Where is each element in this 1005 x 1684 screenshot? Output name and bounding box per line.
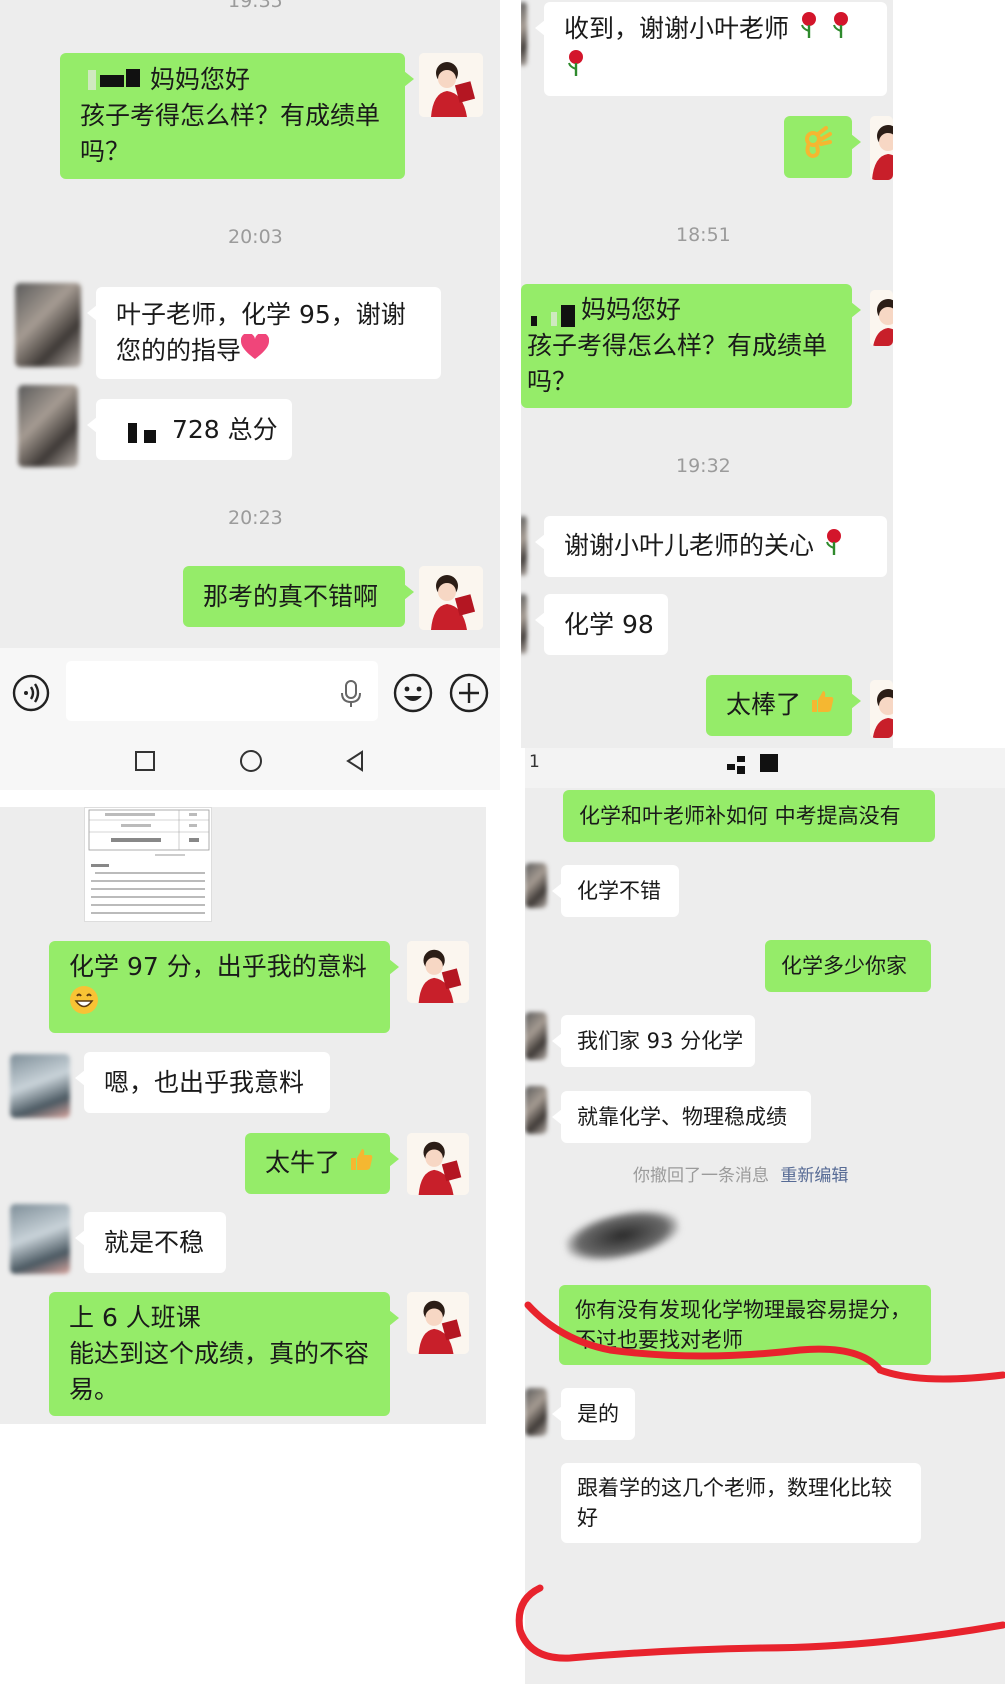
- message-bubble[interactable]: 谢谢小叶儿老师的关心: [535, 516, 887, 577]
- timestamp: 18:51: [676, 224, 731, 246]
- message-input[interactable]: [66, 661, 378, 721]
- parent-avatar[interactable]: [525, 1086, 547, 1134]
- system-nav-bar: [0, 736, 500, 790]
- voice-icon[interactable]: [12, 674, 50, 716]
- parent-avatar[interactable]: [15, 283, 81, 367]
- blurred-sticker: [561, 1201, 684, 1270]
- parent-avatar[interactable]: [10, 1204, 70, 1274]
- teacher-avatar-icon: [419, 566, 483, 630]
- parent-avatar[interactable]: [525, 1388, 547, 1436]
- timestamp: 19:32: [676, 455, 731, 477]
- re-edit-link[interactable]: 重新编辑: [780, 1166, 848, 1186]
- message-bubble[interactable]: 上 6 人班课 能达到这个成绩，真的不容 易。: [49, 1292, 399, 1416]
- teacher-avatar[interactable]: [870, 680, 893, 738]
- parent-avatar[interactable]: [525, 1012, 547, 1060]
- plus-icon[interactable]: [449, 673, 489, 717]
- redacted-name: [561, 305, 575, 327]
- square-nav-icon[interactable]: [134, 750, 156, 776]
- redacted-name: [128, 423, 137, 443]
- message-bubble[interactable]: 就靠化学、物理稳成绩: [552, 1091, 811, 1143]
- teacher-avatar-icon: [407, 941, 469, 1003]
- report-card-image[interactable]: [84, 807, 212, 922]
- thumbs-up-icon: [348, 1146, 374, 1182]
- message-bubble[interactable]: 化学不错: [552, 865, 679, 917]
- teacher-avatar[interactable]: [419, 566, 483, 630]
- grin-icon: [69, 985, 99, 1025]
- redacted-name: [737, 766, 745, 774]
- teacher-avatar[interactable]: [419, 53, 483, 117]
- redacted-name: [727, 764, 735, 770]
- mic-icon[interactable]: [340, 680, 362, 712]
- message-bubble[interactable]: 我们家 93 分化学: [552, 1015, 755, 1067]
- back-nav-icon[interactable]: [344, 749, 366, 777]
- teacher-avatar[interactable]: [870, 116, 893, 180]
- circle-nav-icon[interactable]: [239, 749, 263, 777]
- chat-panel-1: 19:35 妈妈您好 孩子考得怎么样？有成绩单 吗？ 20:03 叶子老师，化学…: [0, 0, 500, 790]
- chat-header: 1: [525, 748, 1005, 788]
- rose-icon: [822, 528, 846, 566]
- message-bubble[interactable]: 728 总分: [87, 399, 292, 460]
- parent-avatar[interactable]: [10, 1054, 70, 1118]
- redacted-name: [144, 430, 156, 443]
- heart-icon: [240, 332, 270, 370]
- rose-icon: [797, 11, 821, 49]
- message-bubble[interactable]: 叶子老师，化学 95，谢谢 您的的指导: [87, 287, 441, 379]
- chat-panel-2: 收到，谢谢小叶老师 18:51 妈妈您好 孩子考得怎么样？有成绩单 吗？ 19:…: [521, 0, 893, 748]
- message-bubble[interactable]: 跟着学的这几个老师，数理化比较 好: [561, 1463, 921, 1543]
- redacted-name: [531, 316, 537, 326]
- teacher-avatar-icon: [419, 53, 483, 117]
- ok-hand-icon: [802, 126, 834, 168]
- teacher-avatar[interactable]: [870, 290, 893, 346]
- rose-icon: [829, 11, 853, 49]
- message-bubble[interactable]: 是的: [552, 1388, 635, 1440]
- timestamp: 20:03: [228, 226, 283, 248]
- parent-avatar[interactable]: [521, 594, 527, 654]
- message-bubble[interactable]: [784, 116, 861, 178]
- input-bar: [0, 648, 500, 736]
- chat-panel-3: 化学 97 分，出乎我的意料 嗯，也出乎我意料 太牛了 就是不稳 上 6 人班课…: [0, 807, 486, 1424]
- message-bubble[interactable]: 化学多少你家: [765, 940, 931, 992]
- parent-avatar[interactable]: [521, 516, 527, 576]
- timestamp: 20:23: [228, 507, 283, 529]
- timestamp: 19:35: [228, 0, 283, 12]
- message-bubble[interactable]: 你有没有发现化学物理最容易提分， 不过也要找对老师: [559, 1285, 931, 1365]
- report-card-thumbnail: [88, 809, 210, 914]
- emoji-icon[interactable]: [393, 673, 433, 717]
- redacted-name: [737, 756, 745, 762]
- teacher-avatar[interactable]: [407, 1292, 469, 1354]
- teacher-avatar-icon: [870, 680, 893, 738]
- parent-avatar[interactable]: [525, 863, 547, 908]
- message-bubble[interactable]: 太棒了: [706, 675, 861, 736]
- teacher-avatar-icon: [870, 290, 893, 346]
- message-bubble[interactable]: 化学 97 分，出乎我的意料: [49, 941, 399, 1033]
- unread-badge[interactable]: 1: [529, 752, 540, 772]
- chat-panel-4: 1 化学和叶老师补如何 中考提高没有 化学不错 化学多少你家 我们家 93 分化…: [525, 748, 1005, 1684]
- message-bubble[interactable]: 那考的真不错啊: [183, 566, 414, 627]
- message-bubble[interactable]: 化学和叶老师补如何 中考提高没有: [563, 790, 935, 842]
- message-bubble[interactable]: 妈妈您好 孩子考得怎么样？有成绩单 吗？: [60, 53, 414, 179]
- redacted-name: [88, 70, 96, 90]
- redacted-name: [551, 312, 557, 326]
- teacher-avatar-icon: [870, 116, 893, 180]
- redacted-name: [126, 69, 140, 87]
- message-bubble[interactable]: 嗯，也出乎我意料: [75, 1052, 330, 1113]
- message-bubble[interactable]: 就是不稳: [75, 1212, 226, 1273]
- teacher-avatar[interactable]: [407, 941, 469, 1003]
- message-bubble[interactable]: 妈妈您好 孩子考得怎么样？有成绩单 吗？: [521, 284, 861, 408]
- redacted-name: [760, 754, 778, 772]
- parent-avatar[interactable]: [521, 2, 527, 66]
- parent-avatar[interactable]: [18, 385, 78, 467]
- message-bubble[interactable]: 收到，谢谢小叶老师: [535, 2, 887, 96]
- teacher-avatar-icon: [407, 1133, 469, 1195]
- message-bubble[interactable]: 化学 98: [535, 594, 668, 655]
- thumbs-up-icon: [809, 688, 835, 724]
- teacher-avatar-icon: [407, 1292, 469, 1354]
- recall-text: 你撤回了一条消息: [633, 1166, 769, 1186]
- recall-notice: 你撤回了一条消息 重新编辑: [633, 1161, 848, 1186]
- redacted-name: [100, 75, 124, 87]
- teacher-avatar[interactable]: [407, 1133, 469, 1195]
- message-bubble[interactable]: 太牛了: [245, 1133, 399, 1194]
- rose-icon: [564, 49, 588, 87]
